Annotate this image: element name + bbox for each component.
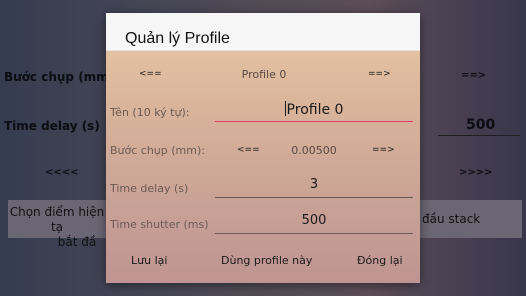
name-input-value: Profile 0 — [286, 102, 344, 118]
time-shutter-label: Time shutter (ms) — [110, 218, 209, 231]
profile-current: Profile 0 — [241, 68, 287, 81]
step-label: Bước chụp (mm): — [110, 144, 205, 157]
use-profile-button[interactable]: Dùng profile này — [221, 254, 312, 267]
profile-dialog: Quản lý Profile <== Profile 0 ==> Tên (1… — [106, 13, 420, 283]
save-button[interactable]: Lưu lại — [131, 254, 167, 267]
step-value: 0.00500 — [291, 144, 337, 157]
step-next-button[interactable]: ==> — [372, 145, 395, 155]
time-delay-label: Time delay (s) — [110, 182, 189, 195]
time-delay-input-value: 3 — [309, 177, 319, 192]
time-shutter-input-value: 500 — [301, 213, 327, 228]
text-caret — [284, 101, 286, 116]
profile-next-button[interactable]: ==> — [368, 69, 391, 79]
dialog-header: Quản lý Profile — [106, 13, 420, 51]
close-button[interactable]: Đóng lại — [357, 254, 403, 267]
profile-prev-button[interactable]: <== — [139, 69, 162, 79]
step-prev-button[interactable]: <== — [237, 145, 260, 155]
time-shutter-input[interactable]: 500 — [215, 213, 413, 234]
name-label: Tên (10 ký tự): — [110, 106, 190, 119]
dialog-title: Quản lý Profile — [125, 30, 230, 47]
name-input[interactable]: Profile 0 — [215, 101, 413, 122]
time-delay-input[interactable]: 3 — [215, 177, 413, 198]
